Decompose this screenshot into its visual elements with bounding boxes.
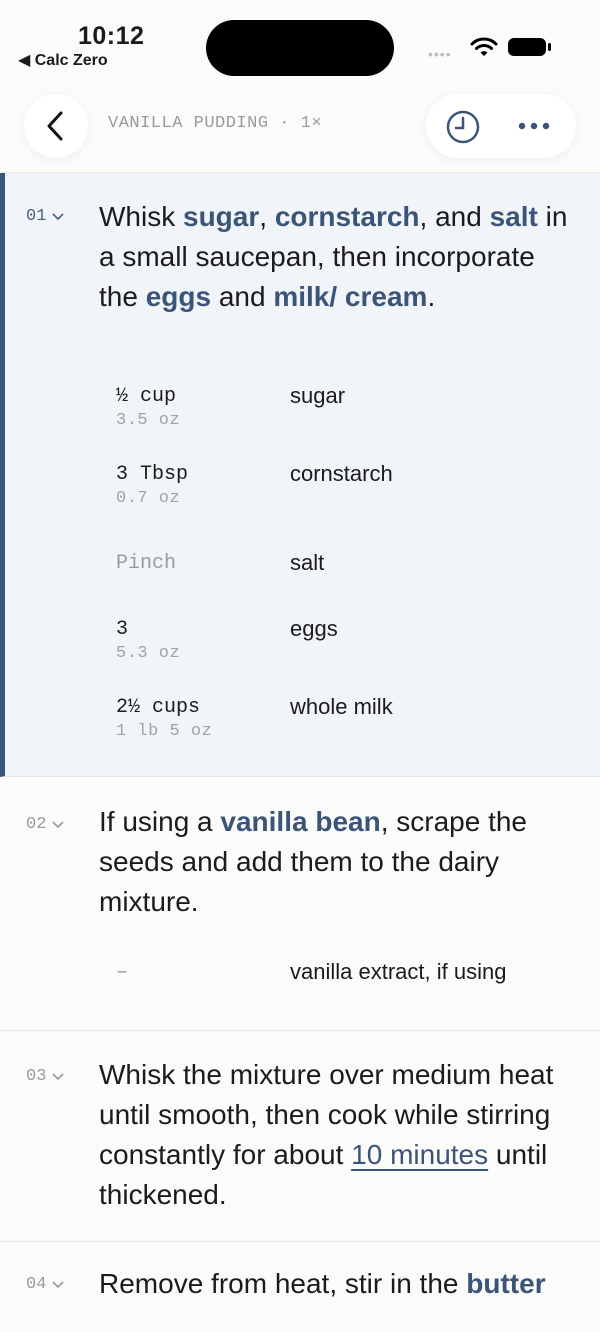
ellipsis-icon[interactable]: [514, 116, 554, 136]
chevron-down-icon: [52, 1280, 64, 1288]
text: Whisk: [99, 201, 183, 232]
clock-icon[interactable]: [444, 108, 482, 146]
wifi-icon: [470, 37, 498, 56]
status-time: 10:12: [78, 22, 145, 50]
ingredient-weight: 5.3 oz: [116, 644, 181, 663]
back-to-app-link[interactable]: ◀ Calc Zero: [18, 50, 108, 70]
step-2[interactable]: 02 If using a vanilla bean, scrape the s…: [0, 777, 600, 1031]
recipe-header: VANILLA PUDDING · 1×: [0, 80, 600, 173]
recipe-title: VANILLA PUDDING · 1×: [108, 114, 323, 133]
step-number-label: 03: [26, 1067, 47, 1086]
chevron-down-icon: [52, 820, 64, 828]
ingredient-keyword: butter: [466, 1268, 546, 1299]
text: .: [427, 281, 436, 312]
dynamic-island: [206, 20, 394, 76]
step-instruction: If using a vanilla bean, scrape the seed…: [99, 802, 569, 922]
text: If using a: [99, 806, 221, 837]
chevron-left-icon: [47, 111, 63, 141]
ingredient-keyword: vanilla bean: [220, 806, 381, 837]
ingredient-weight: 1 lb 5 oz: [116, 722, 213, 741]
back-button[interactable]: [24, 94, 88, 158]
ingredient-name: whole milk: [290, 694, 393, 719]
step-number-label: 01: [26, 207, 47, 226]
ingredient-keyword: milk/ cream: [273, 281, 428, 312]
step-instruction: Whisk sugar, cornstarch, and salt in a s…: [99, 197, 569, 317]
text: and: [211, 281, 274, 312]
ingredient-quantity: 2½ cups: [116, 696, 201, 719]
steps-list: 01 Whisk sugar, cornstarch, and salt in …: [0, 173, 600, 1332]
timer-link[interactable]: 10 minutes: [351, 1139, 488, 1170]
ingredient-name: cornstarch: [290, 461, 393, 486]
step-number-label: 02: [26, 815, 47, 834]
cellular-signal-icon: ••••: [428, 46, 452, 62]
step-number[interactable]: 03: [26, 1067, 64, 1086]
chevron-down-icon: [52, 212, 64, 220]
step-instruction: Whisk the mixture over medium heat until…: [99, 1055, 569, 1215]
step-number[interactable]: 01: [26, 207, 64, 226]
ingredient-keyword: cornstarch: [274, 201, 420, 232]
step-4[interactable]: 04 Remove from heat, stir in the butter: [0, 1242, 600, 1332]
battery-icon: [508, 38, 546, 56]
ingredient-name: sugar: [290, 383, 346, 408]
ingredient-keyword: eggs: [145, 281, 212, 312]
status-bar: 10:12 ◀ Calc Zero ••••: [0, 0, 600, 80]
header-actions: [426, 94, 576, 158]
ingredient-quantity: Pinch: [116, 552, 177, 575]
ingredient-quantity: ½ cup: [116, 385, 177, 408]
step-instruction: Remove from heat, stir in the butter: [99, 1264, 569, 1304]
battery-cap: [548, 43, 551, 51]
text: Remove from heat, stir in the: [99, 1268, 467, 1299]
step-number[interactable]: 04: [26, 1275, 64, 1294]
text: , and: [419, 201, 490, 232]
ingredient-name: eggs: [290, 616, 338, 641]
step-1[interactable]: 01 Whisk sugar, cornstarch, and salt in …: [0, 173, 600, 777]
chevron-down-icon: [52, 1072, 64, 1080]
ingredient-quantity: 3: [116, 618, 129, 641]
ingredient-quantity: –: [116, 961, 129, 984]
ingredient-weight: 0.7 oz: [116, 489, 181, 508]
ingredient-keyword: salt: [489, 201, 538, 232]
text: ,: [259, 201, 275, 232]
step-number[interactable]: 02: [26, 815, 64, 834]
ingredient-keyword: sugar: [183, 201, 260, 232]
ingredient-name: salt: [290, 550, 325, 575]
ingredient-quantity: 3 Tbsp: [116, 463, 189, 486]
ingredient-name: vanilla extract, if using: [290, 959, 507, 984]
step-3[interactable]: 03 Whisk the mixture over medium heat un…: [0, 1031, 600, 1242]
ingredient-weight: 3.5 oz: [116, 411, 181, 430]
step-number-label: 04: [26, 1275, 47, 1294]
